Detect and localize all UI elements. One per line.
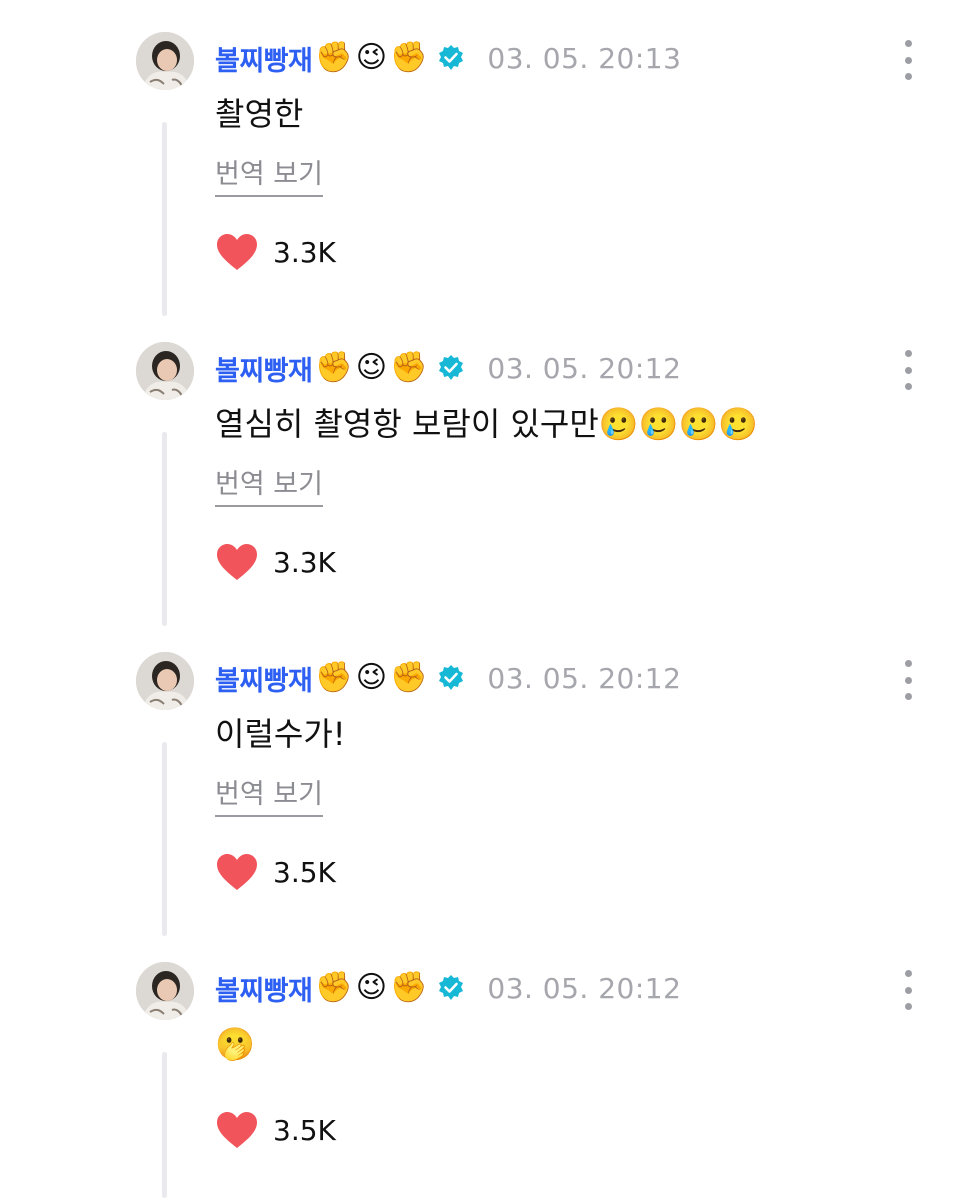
more-vertical-icon[interactable]: [900, 970, 916, 1010]
like-count: 3.5K: [273, 855, 336, 889]
comment-header: 볼찌빵재 ✊ 😉 ✊ 03. 05. 20:12: [215, 966, 681, 1010]
thread-line: [162, 742, 167, 936]
raised-fist-emoji: ✊: [315, 40, 353, 75]
translate-link[interactable]: 번역 보기: [215, 152, 323, 197]
verified-badge-icon: [437, 974, 465, 1002]
like-button[interactable]: 3.5K: [215, 1110, 336, 1150]
raised-fist-emoji: ✊: [315, 660, 353, 695]
timestamp: 03. 05. 20:12: [487, 971, 682, 1005]
translate-link[interactable]: 번역 보기: [215, 462, 323, 507]
comment-text: 촬영한: [215, 95, 304, 133]
comment-header: 볼찌빵재 ✊ 😉 ✊ 03. 05. 20:13: [215, 36, 681, 80]
raised-fist-emoji: ✊: [315, 350, 353, 385]
heart-icon: [217, 234, 257, 270]
username[interactable]: 볼찌빵재: [215, 969, 313, 1008]
comment-text: 열심히 촬영항 보람이 있구만🥲🥲🥲🥲: [215, 405, 759, 443]
raised-fist-emoji: ✊: [390, 40, 428, 75]
more-vertical-icon[interactable]: [900, 660, 916, 700]
raised-fist-emoji: ✊: [390, 970, 428, 1005]
winking-face-emoji: 😉: [355, 660, 388, 695]
heart-icon: [217, 1112, 257, 1148]
avatar[interactable]: [136, 652, 194, 710]
thread-line: [162, 122, 167, 316]
avatar[interactable]: [136, 962, 194, 1020]
thread-line: [162, 1052, 167, 1198]
comment-text: 이럴수가!: [215, 715, 346, 753]
translate-link[interactable]: 번역 보기: [215, 772, 323, 817]
raised-fist-emoji: ✊: [390, 660, 428, 695]
comment-header: 볼찌빵재 ✊ 😉 ✊ 03. 05. 20:12: [215, 656, 681, 700]
verified-badge-icon: [437, 354, 465, 382]
timestamp: 03. 05. 20:12: [487, 661, 682, 695]
heart-icon: [217, 544, 257, 580]
comment-text: 🫢: [215, 1025, 255, 1063]
username[interactable]: 볼찌빵재: [215, 659, 313, 698]
winking-face-emoji: 😉: [355, 40, 388, 75]
avatar[interactable]: [136, 342, 194, 400]
like-button[interactable]: 3.3K: [215, 542, 336, 582]
raised-fist-emoji: ✊: [315, 970, 353, 1005]
username[interactable]: 볼찌빵재: [215, 349, 313, 388]
more-vertical-icon[interactable]: [900, 350, 916, 390]
comment-header: 볼찌빵재 ✊ 😉 ✊ 03. 05. 20:12: [215, 346, 681, 390]
thread-line: [162, 432, 167, 626]
timestamp: 03. 05. 20:12: [487, 351, 682, 385]
raised-fist-emoji: ✊: [390, 350, 428, 385]
verified-badge-icon: [437, 664, 465, 692]
more-vertical-icon[interactable]: [900, 40, 916, 80]
avatar[interactable]: [136, 32, 194, 90]
like-button[interactable]: 3.5K: [215, 852, 336, 892]
username[interactable]: 볼찌빵재: [215, 39, 313, 78]
timestamp: 03. 05. 20:13: [487, 41, 682, 75]
winking-face-emoji: 😉: [355, 350, 388, 385]
like-count: 3.3K: [273, 235, 336, 269]
like-count: 3.3K: [273, 545, 336, 579]
verified-badge-icon: [437, 44, 465, 72]
heart-icon: [217, 854, 257, 890]
winking-face-emoji: 😉: [355, 970, 388, 1005]
like-button[interactable]: 3.3K: [215, 232, 336, 272]
like-count: 3.5K: [273, 1113, 336, 1147]
